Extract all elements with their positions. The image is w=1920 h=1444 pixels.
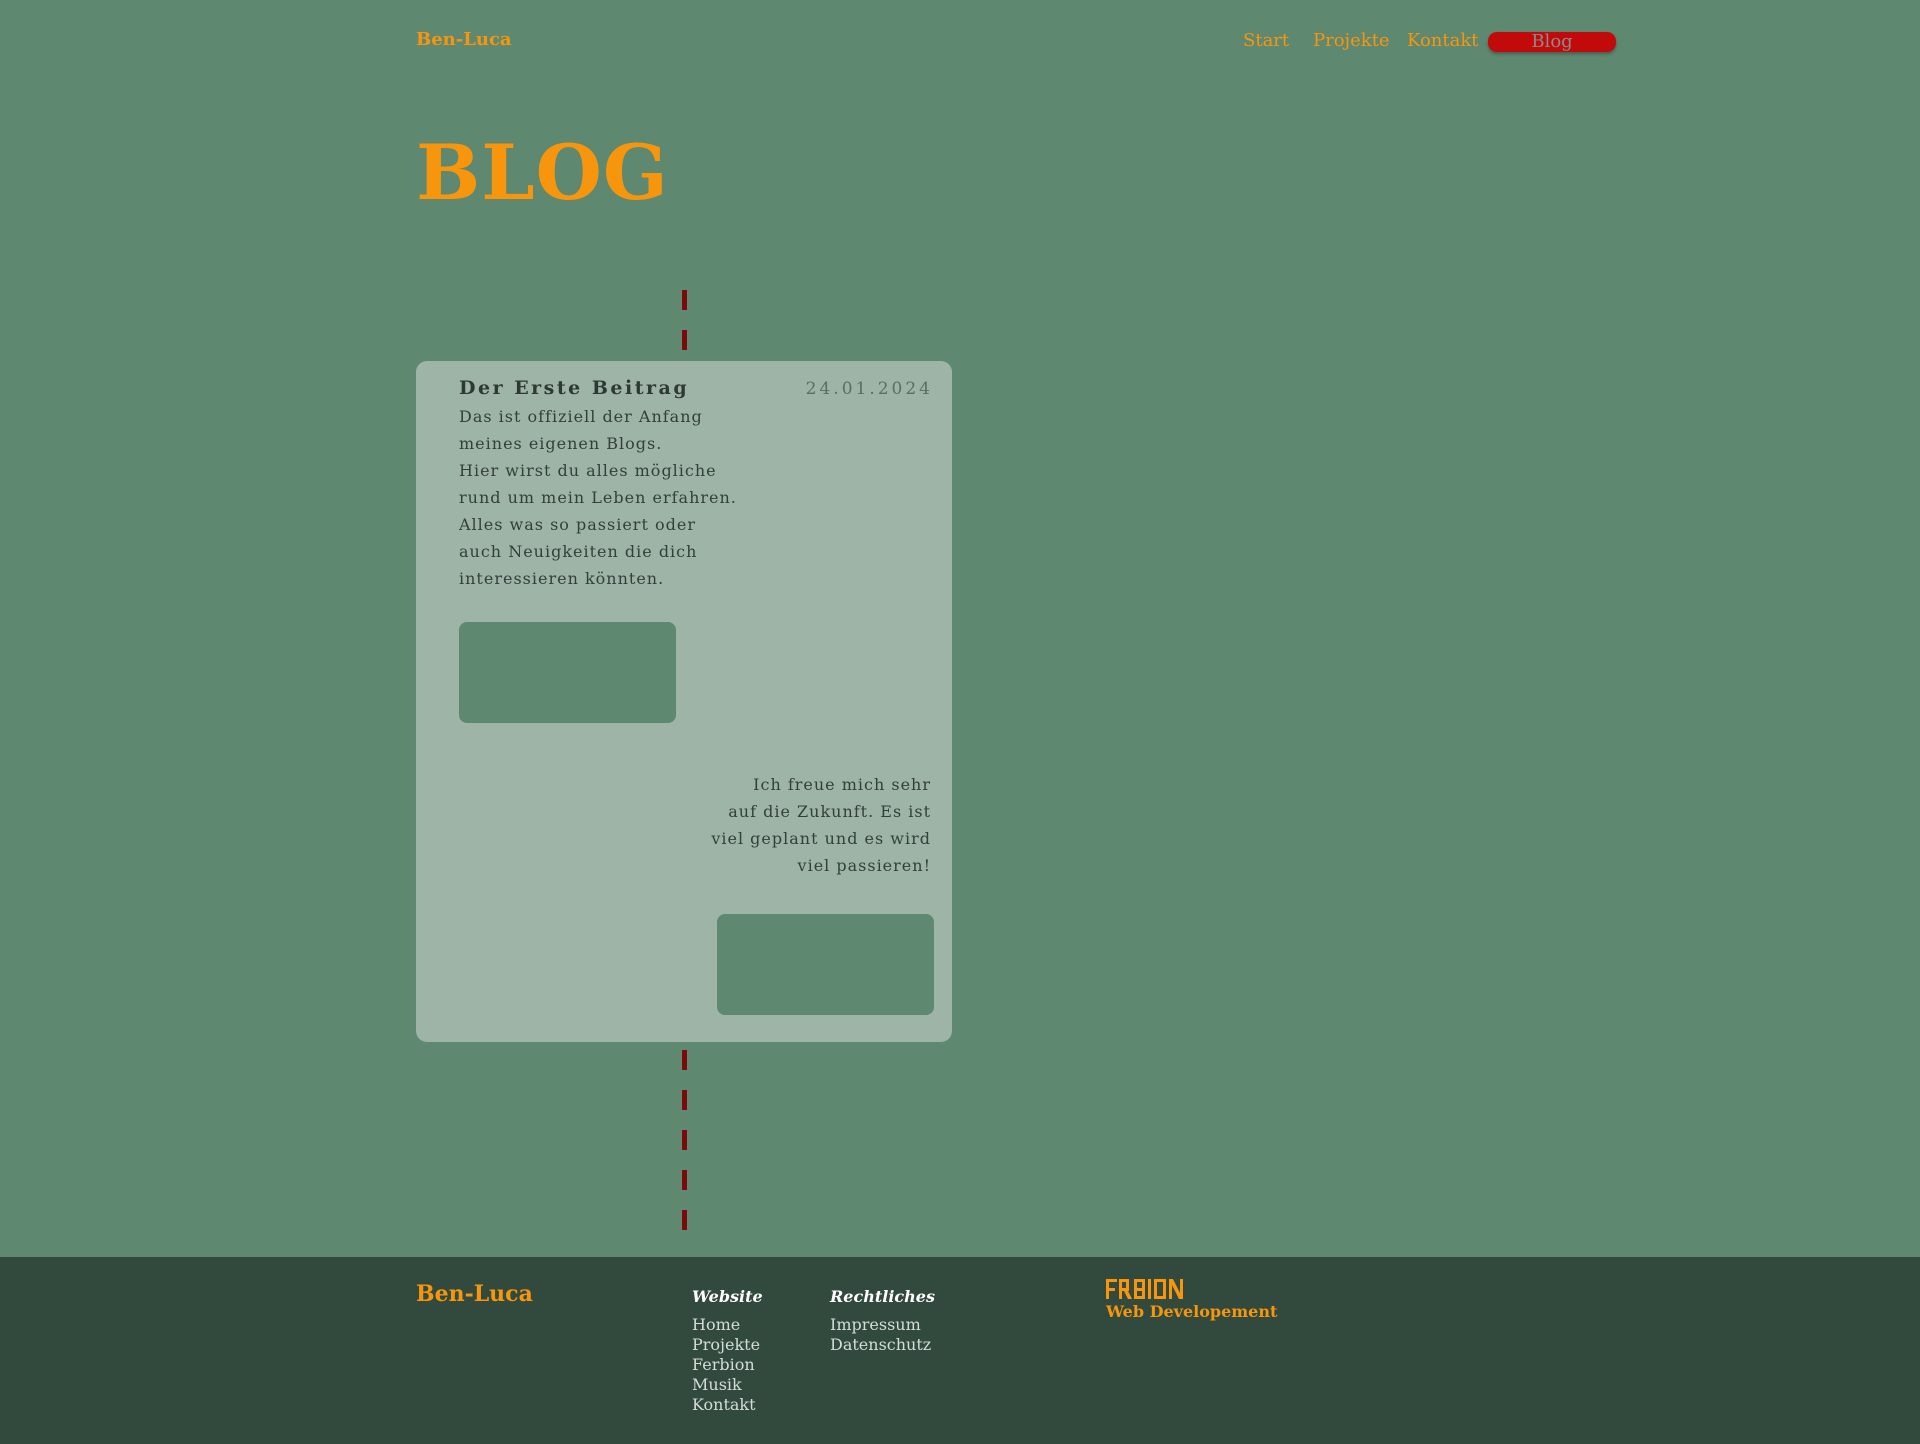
text-line: interessieren könnten. <box>459 569 665 588</box>
nav-start[interactable]: Start <box>1243 28 1289 54</box>
text-line: Alles was so passiert oder <box>459 515 696 534</box>
text-line: viel geplant und es wird <box>711 829 931 848</box>
footer-legal-title: Rechtliches <box>830 1287 935 1306</box>
footer-link-impressum[interactable]: Impressum <box>830 1315 935 1335</box>
timeline-dash <box>682 1130 687 1150</box>
text-line: rund um mein Leben erfahren. <box>459 488 737 507</box>
footer-website-title: Website <box>692 1287 763 1306</box>
timeline-dash <box>682 290 687 310</box>
nav-kontakt[interactable]: Kontakt <box>1407 28 1479 54</box>
footer-link-ferbion[interactable]: Ferbion <box>692 1355 763 1375</box>
ferbion-tagline: Web Developement <box>1106 1302 1278 1321</box>
post-image-placeholder <box>459 622 676 723</box>
site-header: Ben-Luca Start Projekte Kontakt Blog <box>0 0 1920 84</box>
footer-legal-column: Rechtliches Impressum Datenschutz <box>830 1287 935 1355</box>
ferbion-logo-icon <box>1106 1279 1183 1299</box>
text-line: Hier wirst du alles mögliche <box>459 461 717 480</box>
text-line: Ich freue mich sehr <box>753 775 931 794</box>
post-paragraph-2: Ich freue mich sehr auf die Zukunft. Es … <box>701 771 931 879</box>
timeline-dash <box>682 1090 687 1110</box>
footer-link-musik[interactable]: Musik <box>692 1375 763 1395</box>
footer-link-projekte[interactable]: Projekte <box>692 1335 763 1355</box>
timeline-dash <box>682 1050 687 1070</box>
text-line: auf die Zukunft. Es ist <box>728 802 931 821</box>
post-image-placeholder <box>717 914 934 1015</box>
ferbion-credit[interactable]: Web Developement <box>1106 1278 1277 1321</box>
text-line: Das ist offiziell der Anfang <box>459 407 703 426</box>
page-title: BLOG <box>416 128 669 217</box>
timeline-dash <box>682 330 687 350</box>
nav-projekte[interactable]: Projekte <box>1313 28 1390 54</box>
timeline-dash <box>682 1170 687 1190</box>
footer-brand: Ben-Luca <box>416 1281 533 1307</box>
text-line: meines eigenen Blogs. <box>459 434 663 453</box>
post-paragraph-1: Das ist offiziell der Anfang meines eige… <box>459 403 749 592</box>
blog-post-card: Der Erste Beitrag 24.01.2024 Das ist off… <box>416 361 952 1042</box>
footer-link-datenschutz[interactable]: Datenschutz <box>830 1335 935 1355</box>
brand-link[interactable]: Ben-Luca <box>416 29 512 50</box>
text-line: auch Neuigkeiten die dich <box>459 542 698 561</box>
nav-blog-active[interactable]: Blog <box>1488 32 1616 52</box>
site-footer: Ben-Luca Website Home Projekte Ferbion M… <box>0 1257 1920 1444</box>
footer-link-home[interactable]: Home <box>692 1315 763 1335</box>
post-date: 24.01.2024 <box>805 379 933 399</box>
text-line: viel passieren! <box>797 856 931 875</box>
post-title: Der Erste Beitrag <box>459 377 690 399</box>
footer-website-column: Website Home Projekte Ferbion Musik Kont… <box>692 1287 763 1415</box>
footer-link-kontakt[interactable]: Kontakt <box>692 1395 763 1415</box>
timeline-dash <box>682 1210 687 1230</box>
